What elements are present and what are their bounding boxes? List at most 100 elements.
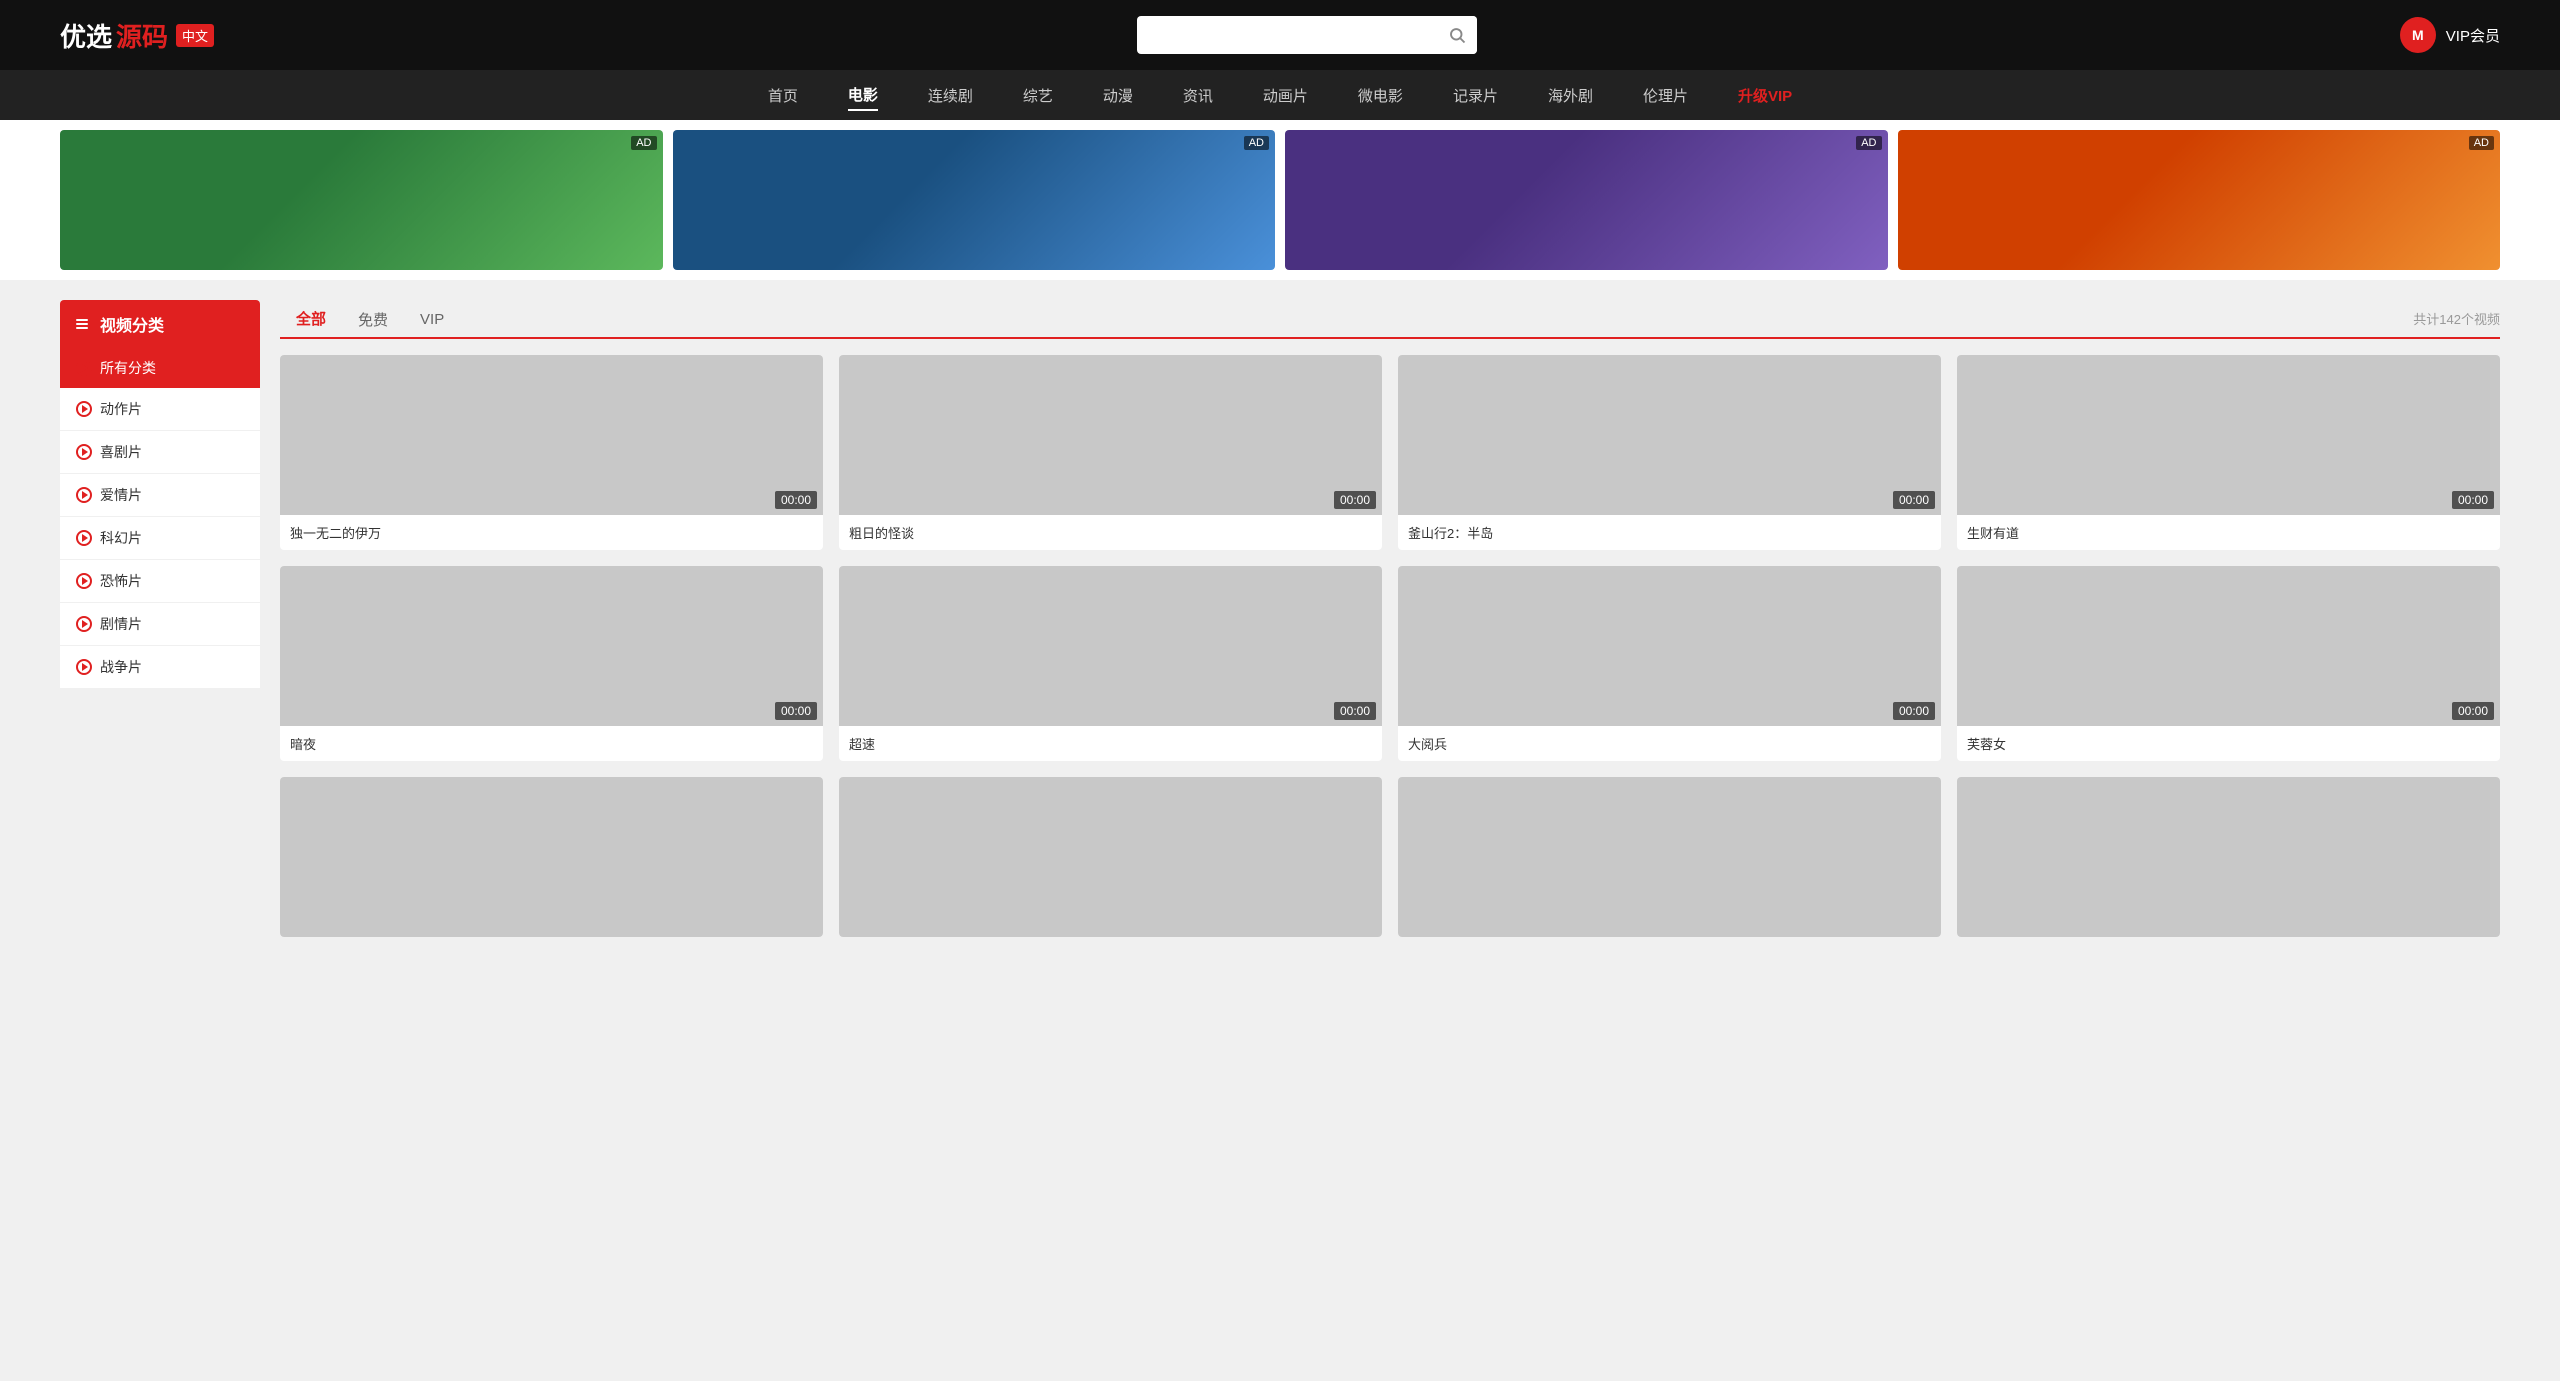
- video-card-3[interactable]: 00:00 生财有道: [1957, 355, 2500, 550]
- banner-ad-3[interactable]: AD: [1285, 130, 1888, 270]
- nav-item-upgrade[interactable]: 升级VIP: [1738, 81, 1792, 110]
- nav-item-short-film[interactable]: 微电影: [1358, 81, 1403, 110]
- ad-badge-1: AD: [631, 136, 656, 150]
- video-duration-0: 00:00: [775, 491, 817, 509]
- video-title-3: 生财有道: [1957, 515, 2500, 550]
- sidebar-item-comedy[interactable]: 喜剧片: [60, 431, 260, 474]
- video-duration-7: 00:00: [2452, 702, 2494, 720]
- sidebar-item-drama[interactable]: 剧情片: [60, 603, 260, 646]
- banner-ad-4[interactable]: AD: [1898, 130, 2501, 270]
- content-tabs: 全部 免费 VIP 共计142个视频: [280, 300, 2500, 339]
- nav-item-series[interactable]: 连续剧: [928, 81, 973, 110]
- sidebar: 视频分类 所有分类 动作片 喜剧片 爱情片 科幻片 恐怖片 剧情片: [60, 300, 260, 937]
- play-icon-all: [76, 360, 92, 376]
- video-thumb-3: 00:00: [1957, 355, 2500, 515]
- list-icon: [76, 319, 88, 329]
- video-thumb-0: 00:00: [280, 355, 823, 515]
- nav-item-movie[interactable]: 电影: [848, 80, 878, 111]
- ad-badge-4: AD: [2469, 136, 2494, 150]
- video-card-0[interactable]: 00:00 独一无二的伊万: [280, 355, 823, 550]
- video-title-0: 独一无二的伊万: [280, 515, 823, 550]
- nav-item-variety[interactable]: 综艺: [1023, 81, 1053, 110]
- nav-item-anime[interactable]: 动漫: [1103, 81, 1133, 110]
- video-thumb-11: [1957, 777, 2500, 937]
- video-thumb-2: 00:00: [1398, 355, 1941, 515]
- search-bar: [1137, 16, 1477, 54]
- search-icon: [1448, 26, 1466, 44]
- search-input[interactable]: [1137, 27, 1437, 43]
- nav-item-adult[interactable]: 伦理片: [1643, 81, 1688, 110]
- video-card-7[interactable]: 00:00 芙蓉女: [1957, 566, 2500, 761]
- video-card-9[interactable]: [839, 777, 1382, 937]
- sidebar-item-action[interactable]: 动作片: [60, 388, 260, 431]
- navigation: 首页 电影 连续剧 综艺 动漫 资讯 动画片 微电影 记录片 海外剧 伦理片 升…: [0, 70, 2560, 120]
- nav-item-news[interactable]: 资讯: [1183, 81, 1213, 110]
- sidebar-item-label-war: 战争片: [100, 657, 142, 677]
- logo-badge: 中文: [176, 24, 214, 47]
- banner-ad-1[interactable]: AD: [60, 130, 663, 270]
- sidebar-item-romance[interactable]: 爱情片: [60, 474, 260, 517]
- video-thumb-1: 00:00: [839, 355, 1382, 515]
- video-card-11[interactable]: [1957, 777, 2500, 937]
- ad-badge-2: AD: [1244, 136, 1269, 150]
- sidebar-all-categories[interactable]: 所有分类: [60, 348, 260, 388]
- tab-all[interactable]: 全部: [280, 300, 342, 339]
- video-thumb-10: [1398, 777, 1941, 937]
- sidebar-item-label-action: 动作片: [100, 399, 142, 419]
- video-duration-1: 00:00: [1334, 491, 1376, 509]
- play-icon-drama: [76, 616, 92, 632]
- sidebar-item-scifi[interactable]: 科幻片: [60, 517, 260, 560]
- video-title-1: 粗日的怪谈: [839, 515, 1382, 550]
- video-title-4: 暗夜: [280, 726, 823, 761]
- sidebar-all-label: 所有分类: [100, 358, 156, 378]
- tab-vip[interactable]: VIP: [404, 303, 460, 336]
- main-content: 视频分类 所有分类 动作片 喜剧片 爱情片 科幻片 恐怖片 剧情片: [0, 280, 2560, 957]
- header: 优选 源码 中文 M VIP会员: [0, 0, 2560, 70]
- sidebar-item-horror[interactable]: 恐怖片: [60, 560, 260, 603]
- banner: AD AD AD AD: [0, 120, 2560, 280]
- video-title-2: 釜山行2：半岛: [1398, 515, 1941, 550]
- video-card-1[interactable]: 00:00 粗日的怪谈: [839, 355, 1382, 550]
- logo-text-black: 优选: [60, 17, 112, 54]
- tab-free[interactable]: 免费: [342, 301, 404, 338]
- video-thumb-6: 00:00: [1398, 566, 1941, 726]
- nav-item-home[interactable]: 首页: [768, 81, 798, 110]
- nav-item-cartoon[interactable]: 动画片: [1263, 81, 1308, 110]
- video-card-10[interactable]: [1398, 777, 1941, 937]
- total-count: 共计142个视频: [2413, 309, 2500, 328]
- play-icon-romance: [76, 487, 92, 503]
- ad-badge-3: AD: [1856, 136, 1881, 150]
- play-icon-horror: [76, 573, 92, 589]
- video-card-2[interactable]: 00:00 釜山行2：半岛: [1398, 355, 1941, 550]
- logo: 优选 源码 中文: [60, 17, 214, 54]
- sidebar-item-label-scifi: 科幻片: [100, 528, 142, 548]
- vip-label: VIP会员: [2446, 25, 2500, 46]
- video-card-8[interactable]: [280, 777, 823, 937]
- video-card-4[interactable]: 00:00 暗夜: [280, 566, 823, 761]
- video-content: 全部 免费 VIP 共计142个视频 00:00 独一无二的伊万 00:00 粗…: [280, 300, 2500, 937]
- video-grid: 00:00 独一无二的伊万 00:00 粗日的怪谈 00:00 釜山行2：半岛 …: [280, 355, 2500, 937]
- play-icon-comedy: [76, 444, 92, 460]
- sidebar-item-war[interactable]: 战争片: [60, 646, 260, 689]
- sidebar-header: 视频分类: [60, 300, 260, 348]
- logo-text-red: 源码: [116, 17, 168, 54]
- video-thumb-8: [280, 777, 823, 937]
- video-card-6[interactable]: 00:00 大阅兵: [1398, 566, 1941, 761]
- video-title-6: 大阅兵: [1398, 726, 1941, 761]
- sidebar-item-label-drama: 剧情片: [100, 614, 142, 634]
- search-button[interactable]: [1437, 16, 1477, 54]
- video-title-5: 超速: [839, 726, 1382, 761]
- sidebar-item-label-romance: 爱情片: [100, 485, 142, 505]
- user-area[interactable]: M VIP会员: [2400, 17, 2500, 53]
- video-thumb-5: 00:00: [839, 566, 1382, 726]
- video-thumb-7: 00:00: [1957, 566, 2500, 726]
- video-duration-3: 00:00: [2452, 491, 2494, 509]
- video-duration-4: 00:00: [775, 702, 817, 720]
- video-card-5[interactable]: 00:00 超速: [839, 566, 1382, 761]
- video-duration-2: 00:00: [1893, 491, 1935, 509]
- video-title-7: 芙蓉女: [1957, 726, 2500, 761]
- nav-item-overseas[interactable]: 海外剧: [1548, 81, 1593, 110]
- banner-ad-2[interactable]: AD: [673, 130, 1276, 270]
- nav-item-documentary[interactable]: 记录片: [1453, 81, 1498, 110]
- video-thumb-4: 00:00: [280, 566, 823, 726]
